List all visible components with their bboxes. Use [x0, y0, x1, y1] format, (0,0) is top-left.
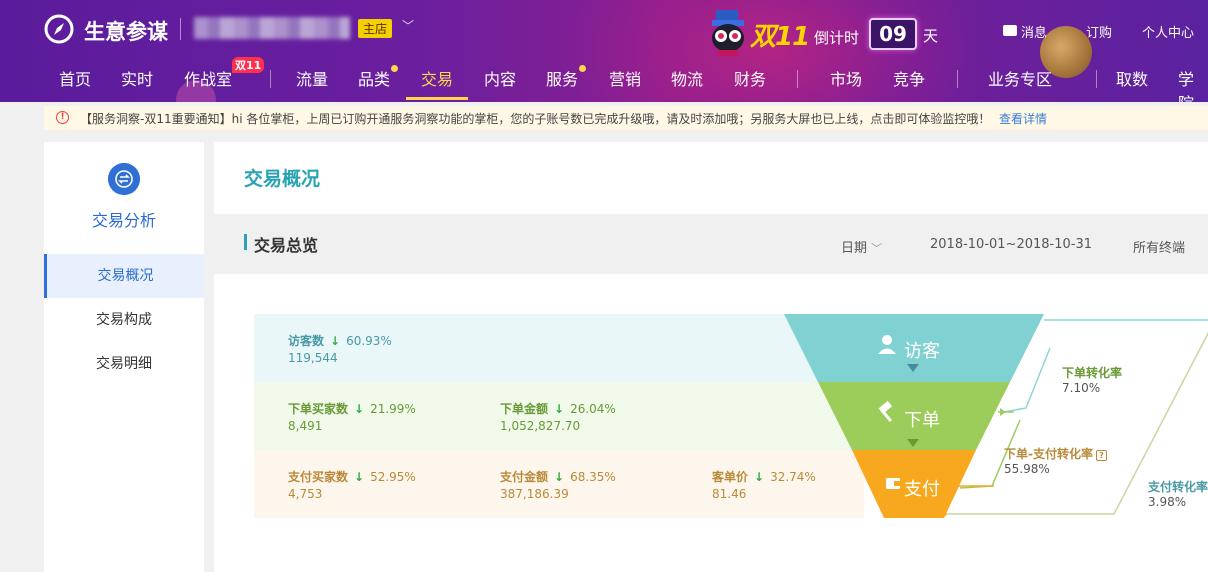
shop-name-blurred[interactable] [194, 17, 350, 39]
order-link[interactable]: 订购 [1086, 22, 1112, 41]
alert-icon: ! [56, 111, 69, 124]
war-room-double11-badge: 双11 [232, 57, 265, 73]
nav-item-traffic[interactable]: 流量 [296, 66, 328, 90]
nav-divider [797, 70, 798, 88]
main-shop-badge: 主店 [358, 19, 393, 38]
nav-item-service[interactable]: 服务 [546, 66, 578, 90]
conversion-value: 7.10% [1062, 381, 1101, 395]
nav-item-academy[interactable]: 学院 [1178, 66, 1208, 102]
user-center-link[interactable]: 个人中心 [1142, 22, 1194, 41]
conversion-name: 支付转化率 [1148, 480, 1208, 494]
nav-divider [270, 70, 271, 88]
nav-active-underline [406, 97, 468, 100]
nav-item-business-zone[interactable]: 业务专区 [988, 66, 1052, 90]
cat-mascot-icon [712, 10, 744, 56]
sidebar-item-trade-composition[interactable]: 交易构成 [44, 298, 204, 342]
main-nav: 首页 实时 作战室 双11 流量 品类 交易 内容 服务 营销 物流 财务 市场… [0, 57, 1208, 102]
envelope-icon[interactable] [1003, 25, 1017, 36]
conversion-value: 55.98% [1004, 462, 1050, 476]
countdown-unit: 天 [923, 27, 939, 45]
arrow-right-icon [1000, 408, 1006, 416]
funnel-label-visitor: 访客 [904, 341, 940, 362]
nav-item-fetch-data[interactable]: 取数 [1116, 66, 1148, 90]
nav-divider [1096, 70, 1097, 88]
help-icon[interactable]: ? [1095, 450, 1107, 461]
conversion-name: 下单转化率 [1062, 366, 1123, 380]
nav-notice-dot [391, 65, 398, 72]
notice-banner: ! 【服务洞察-双11重要通知】hi 各位掌柜，上周已订购开通服务洞察功能的掌柜… [44, 106, 1208, 130]
wallet-icon [886, 478, 900, 489]
nav-item-war-room[interactable]: 作战室 [184, 66, 232, 90]
nav-notice-dot [579, 65, 586, 72]
notice-text: 【服务洞察-双11重要通知】hi 各位掌柜，上周已订购开通服务洞察功能的掌柜，您… [80, 112, 991, 126]
compass-logo-icon[interactable] [44, 14, 74, 44]
funnel-graphic [784, 314, 1208, 518]
double11-logo: 双11 [750, 22, 810, 52]
conversion-order-rate: 下单转化率 7.10% [1062, 364, 1122, 395]
conversion-pay-rate: 支付转化率 3.98% [1148, 478, 1208, 509]
notice-detail-link[interactable]: 查看详情 [999, 110, 1047, 127]
conversion-order-pay-rate: 下单-支付转化率? 55.98% [1004, 445, 1107, 476]
nav-item-home[interactable]: 首页 [59, 66, 91, 90]
conversion-value: 3.98% [1148, 495, 1187, 509]
nav-item-content[interactable]: 内容 [484, 66, 516, 90]
exchange-icon [108, 163, 140, 195]
nav-item-market[interactable]: 市场 [830, 66, 862, 90]
nav-item-trade[interactable]: 交易 [421, 66, 453, 90]
conversion-name: 下单-支付转化率? [1004, 445, 1107, 462]
countdown-value: 09 [869, 18, 917, 50]
funnel-label-order: 下单 [904, 410, 940, 431]
countdown-label: 倒计时 [814, 29, 860, 47]
top-header: 生意参谋 主店 ﹀ 双11 倒计时 09 天 消息 订购 个人中心 首页 实时 … [0, 0, 1208, 102]
brand-divider [180, 18, 181, 40]
nav-item-logistics[interactable]: 物流 [671, 66, 703, 90]
brand-name[interactable]: 生意参谋 [84, 16, 168, 46]
main-content: 交易概况 交易总览 日期 ﹀ 2018-10-01~2018-10-31 所有终… [214, 142, 1208, 572]
sidebar: 交易分析 交易概况 交易构成 交易明细 [44, 142, 204, 572]
nav-divider [957, 70, 958, 88]
sidebar-title: 交易分析 [91, 211, 156, 230]
sidebar-item-trade-overview[interactable]: 交易概况 [44, 254, 204, 298]
nav-item-competition[interactable]: 竞争 [893, 66, 925, 90]
sidebar-item-trade-detail[interactable]: 交易明细 [44, 342, 204, 386]
nav-item-marketing[interactable]: 营销 [609, 66, 641, 90]
chevron-down-icon[interactable]: ﹀ [402, 17, 414, 34]
nav-item-finance[interactable]: 财务 [734, 66, 766, 90]
nav-item-realtime[interactable]: 实时 [121, 66, 153, 90]
message-link[interactable]: 消息 [1021, 22, 1047, 41]
funnel-label-pay: 支付 [904, 479, 940, 500]
nav-item-category[interactable]: 品类 [358, 66, 390, 90]
conversion-name-text: 下单-支付转化率 [1004, 447, 1093, 461]
